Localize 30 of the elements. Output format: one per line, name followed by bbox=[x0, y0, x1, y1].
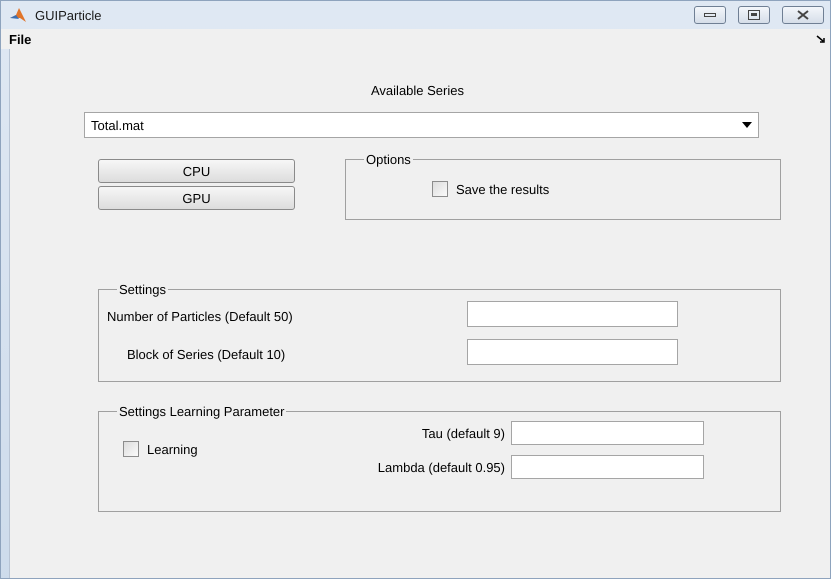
device-button[interactable]: GPU bbox=[98, 186, 295, 210]
close-button[interactable] bbox=[782, 6, 824, 24]
checkbox[interactable] bbox=[123, 441, 139, 457]
field-label: Tau (default 9) bbox=[420, 426, 505, 440]
input-field[interactable] bbox=[467, 339, 678, 365]
panel-title: Settings bbox=[118, 282, 167, 297]
maximize-icon bbox=[748, 10, 760, 20]
device-button[interactable]: CPU bbox=[98, 159, 295, 183]
window-title: GUIParticle bbox=[35, 8, 102, 22]
minimize-icon bbox=[704, 12, 716, 18]
series-dropdown[interactable]: Total.mat bbox=[84, 112, 759, 138]
checkbox-label: Save the results bbox=[456, 182, 550, 196]
maximize-button[interactable] bbox=[738, 6, 770, 24]
input-field[interactable] bbox=[511, 455, 704, 479]
checkbox-label: Learning bbox=[147, 442, 198, 456]
checkbox[interactable] bbox=[432, 181, 448, 197]
field-label: Block of Series (Default 10) bbox=[127, 346, 286, 362]
field-label: Number of Particles (Default 50) bbox=[107, 308, 294, 324]
dropdown-arrow-icon bbox=[742, 122, 752, 128]
menu-item[interactable]: File bbox=[5, 32, 36, 46]
input-field[interactable] bbox=[467, 301, 678, 327]
dock-arrow-icon[interactable] bbox=[816, 34, 826, 44]
close-icon bbox=[797, 10, 809, 20]
panel-title: Options bbox=[365, 152, 412, 167]
series-label: Available Series bbox=[371, 83, 464, 98]
minimize-button[interactable] bbox=[694, 6, 726, 24]
input-field[interactable] bbox=[511, 421, 704, 445]
field-label: Lambda (default 0.95) bbox=[376, 460, 505, 474]
peak-logo-icon bbox=[9, 7, 27, 23]
panel-title: Settings Learning Parameter bbox=[118, 404, 286, 419]
